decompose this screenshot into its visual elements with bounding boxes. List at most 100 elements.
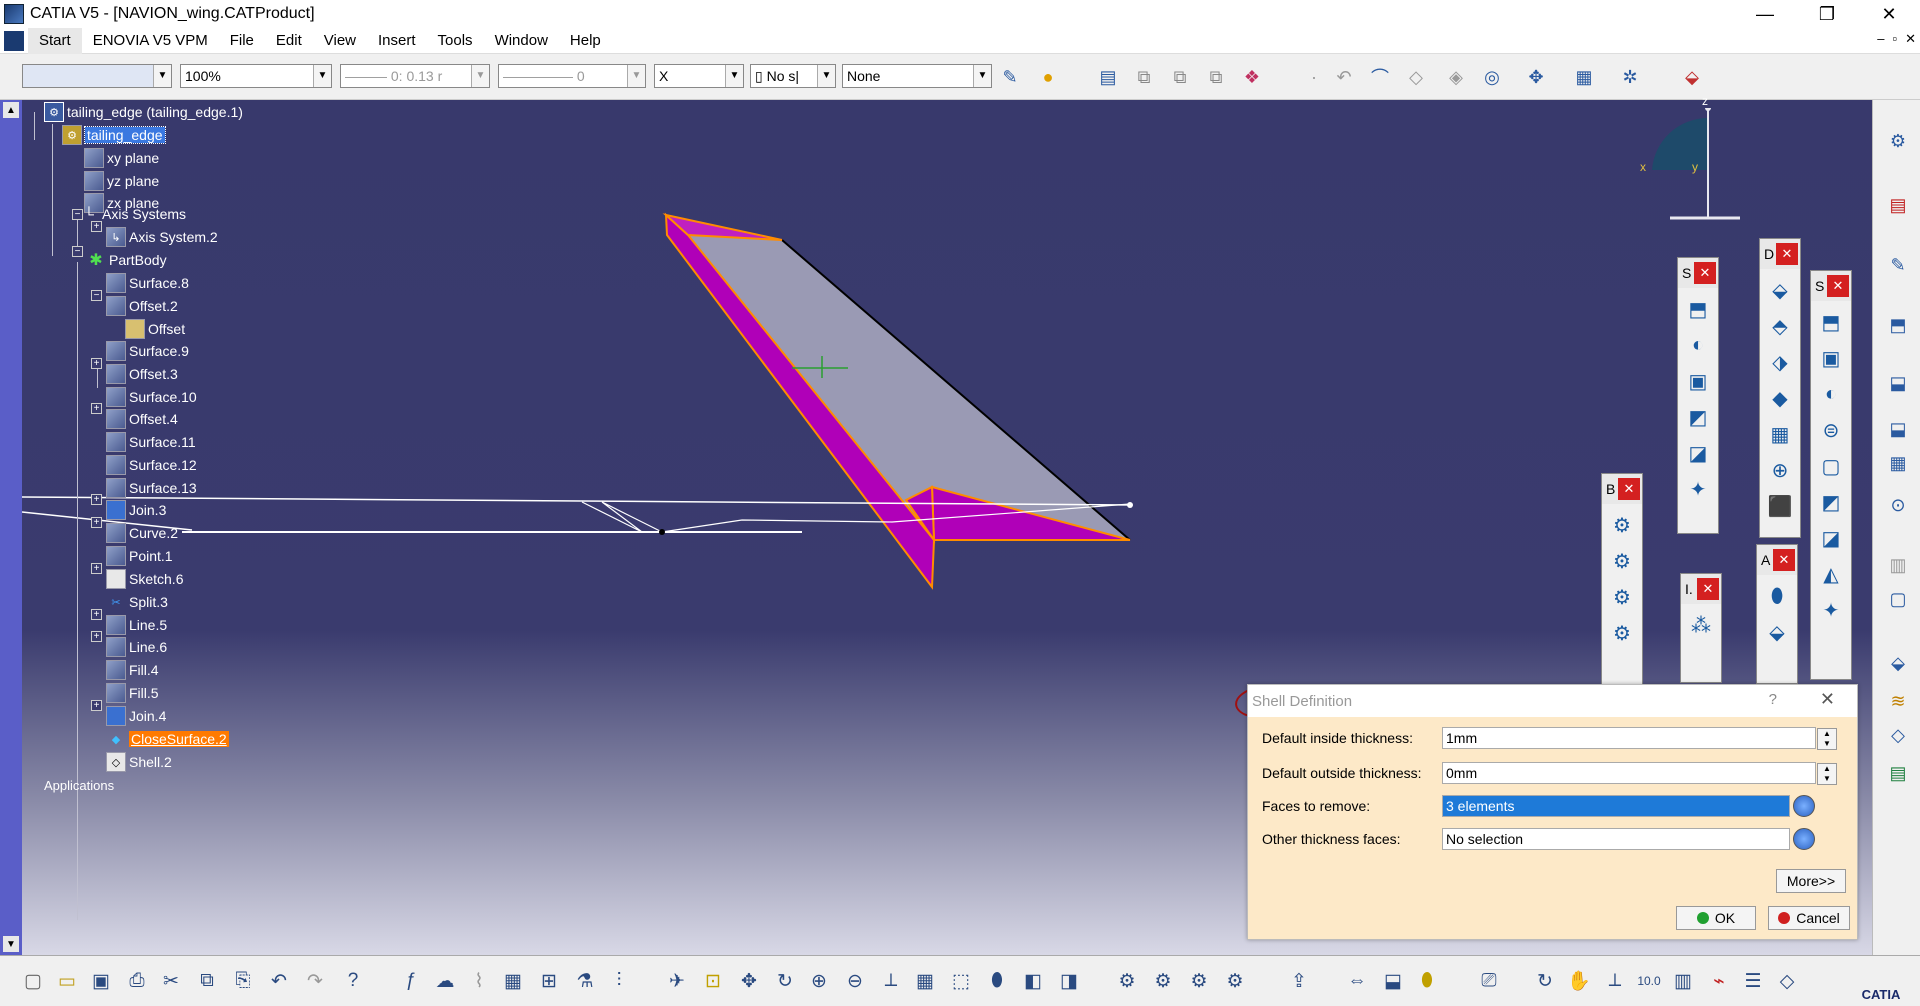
tool-icon[interactable]: ⬒ — [1816, 307, 1846, 337]
whats-this-icon[interactable]: ? — [340, 968, 366, 994]
tool-icon[interactable]: ▣ — [1816, 343, 1846, 373]
pan-icon[interactable]: ✥ — [736, 968, 762, 994]
redo-icon[interactable]: ↷ — [302, 968, 328, 994]
menu-view[interactable]: View — [313, 28, 367, 54]
point-1[interactable] — [659, 529, 665, 535]
copy-icon[interactable]: ⧉ — [194, 968, 220, 994]
painter-icon[interactable]: ✎ — [998, 65, 1022, 89]
tool-icon[interactable]: ◩ — [1683, 402, 1713, 432]
tool-icon[interactable]: ⬙ — [1762, 617, 1792, 647]
gear-icon[interactable]: ⚙ — [1222, 968, 1248, 994]
camera-icon[interactable]: ⎚ — [1476, 968, 1502, 994]
measure-inertia-icon[interactable]: ⬓ — [1380, 968, 1406, 994]
tree-node-applications[interactable]: Applications — [44, 774, 114, 796]
expand-toggle[interactable]: − — [72, 209, 83, 220]
close-toolbar-button[interactable]: ✕ — [1776, 243, 1798, 265]
tool-icon[interactable]: ⚙ — [1607, 582, 1637, 612]
menu-window[interactable]: Window — [484, 28, 559, 54]
iso-view-icon[interactable]: ⬚ — [948, 968, 974, 994]
curve-2[interactable] — [581, 501, 663, 533]
ok-button[interactable]: OK — [1676, 906, 1756, 930]
zoom-out-icon[interactable]: ⊖ — [842, 968, 868, 994]
tool-icon[interactable]: ◩ — [1816, 487, 1846, 517]
tree-node-curve-2[interactable]: Curve.2 — [106, 522, 178, 544]
knowledge-icon[interactable]: ❖ — [1240, 65, 1264, 89]
expand-toggle[interactable]: + — [91, 631, 102, 642]
book-icon[interactable]: ▤ — [1885, 760, 1911, 786]
parameters-icon[interactable]: ⫶ — [606, 968, 632, 994]
save-icon[interactable]: ▣ — [88, 968, 114, 994]
menu-edit[interactable]: Edit — [265, 28, 313, 54]
sketch-icon[interactable]: ✎ — [1885, 252, 1911, 278]
layer-combo[interactable]: ▯ No s| ▼ — [750, 64, 836, 88]
part-icon[interactable]: ⬙ — [1885, 650, 1911, 676]
faces-to-remove-field[interactable]: 3 elements — [1442, 795, 1815, 817]
eraser-icon[interactable]: ◇ — [1404, 65, 1428, 89]
tool-icon[interactable]: ◪ — [1816, 523, 1846, 553]
list-icon[interactable]: ☰ — [1740, 968, 1766, 994]
tool-icon[interactable]: ◆ — [1765, 383, 1795, 413]
layers-icon[interactable]: ≋ — [1885, 688, 1911, 714]
menu-start[interactable]: Start — [28, 27, 82, 54]
graphic-properties-icon[interactable]: ● — [1036, 65, 1060, 89]
tree-node-offset-3[interactable]: Offset.3 — [106, 363, 178, 385]
knowledge-icon[interactable]: ⌇ — [466, 968, 492, 994]
axis-icon[interactable]: ⟂ — [1602, 968, 1628, 994]
tree-node-closesurface-2[interactable]: ◆ CloseSurface.2 — [106, 728, 229, 750]
comment-icon[interactable]: ☁ — [432, 968, 458, 994]
new-icon[interactable]: ▢ — [20, 968, 46, 994]
expand-toggle[interactable]: + — [91, 403, 102, 414]
table-icon[interactable]: ▦ — [500, 968, 526, 994]
formula-icon[interactable]: ƒ — [398, 968, 424, 994]
tool-icon[interactable]: ⬗ — [1765, 347, 1795, 377]
close-toolbar-button[interactable]: ✕ — [1827, 275, 1849, 297]
document-icon[interactable] — [4, 30, 24, 51]
tool-icon[interactable]: ▦ — [1765, 419, 1795, 449]
multi-view-icon[interactable]: ▦ — [912, 968, 938, 994]
constraint-icon[interactable]: ⌁ — [1706, 968, 1732, 994]
close-button[interactable]: ✕ — [1858, 0, 1920, 28]
other-faces-picker-icon[interactable] — [1793, 828, 1815, 850]
tool-icon[interactable]: ⚙ — [1607, 546, 1637, 576]
product-tool-icon[interactable]: ⬙ — [1680, 65, 1704, 89]
compass-tool-icon[interactable]: ✲ — [1618, 65, 1642, 89]
menu-file[interactable]: File — [219, 28, 265, 54]
scroll-down-button[interactable]: ▼ — [3, 936, 19, 952]
extrude-icon[interactable]: ⬓ — [1885, 370, 1911, 396]
tool-icon[interactable]: ✦ — [1683, 474, 1713, 504]
tool-icon[interactable]: ⬒ — [1683, 294, 1713, 324]
other-thickness-faces-field[interactable]: No selection — [1442, 828, 1815, 850]
mdi-restore-button[interactable]: ▫ — [1892, 31, 1897, 47]
render-style-icon[interactable]: ⬮ — [984, 968, 1010, 994]
wing-top-surface[interactable] — [666, 215, 1130, 540]
coordinates-icon[interactable]: 10.0 — [1636, 968, 1662, 994]
settings-icon[interactable]: ⚙ — [1885, 128, 1911, 154]
point-icon[interactable]: · — [1302, 65, 1326, 89]
more-button[interactable]: More>> — [1776, 869, 1846, 893]
inside-thickness-field[interactable]: 1mm ▲ ▼ — [1442, 727, 1837, 750]
cancel-button[interactable]: Cancel — [1768, 906, 1850, 930]
bottle-icon[interactable]: ⬮ — [1414, 968, 1440, 994]
tree-node-line-6[interactable]: Line.6 — [106, 636, 167, 658]
import-icon[interactable]: ⇪ — [1286, 968, 1312, 994]
catalog-icon[interactable]: ▤ — [1096, 65, 1120, 89]
pattern-icon[interactable]: ▦ — [1885, 450, 1911, 476]
expand-toggle[interactable]: + — [91, 517, 102, 528]
mechanism-icon[interactable]: ⚙ — [1186, 968, 1212, 994]
minimize-button[interactable]: — — [1734, 0, 1796, 28]
tree-scrollbar[interactable]: ▲ ▼ — [0, 100, 22, 955]
measure-icon[interactable]: ◎ — [1480, 65, 1504, 89]
paste-icon[interactable]: ⎘ — [230, 968, 256, 994]
mdi-minimize-button[interactable]: ‒ — [1877, 31, 1884, 47]
tree-node-point-1[interactable]: Point.1 — [106, 545, 173, 567]
law-icon[interactable]: ⚗ — [572, 968, 598, 994]
expand-toggle[interactable]: + — [91, 700, 102, 711]
tree-node-xy-plane[interactable]: xy plane — [84, 147, 159, 169]
tool-icon[interactable]: ◐ — [1816, 379, 1846, 409]
shape-icon[interactable]: ⬒ — [1885, 312, 1911, 338]
menu-insert[interactable]: Insert — [367, 28, 427, 54]
node-icon[interactable]: ⊙ — [1885, 492, 1911, 518]
expand-toggle[interactable]: + — [91, 221, 102, 232]
settings-icon[interactable]: ⚙ — [1114, 968, 1140, 994]
undo-icon[interactable]: ↶ — [266, 968, 292, 994]
